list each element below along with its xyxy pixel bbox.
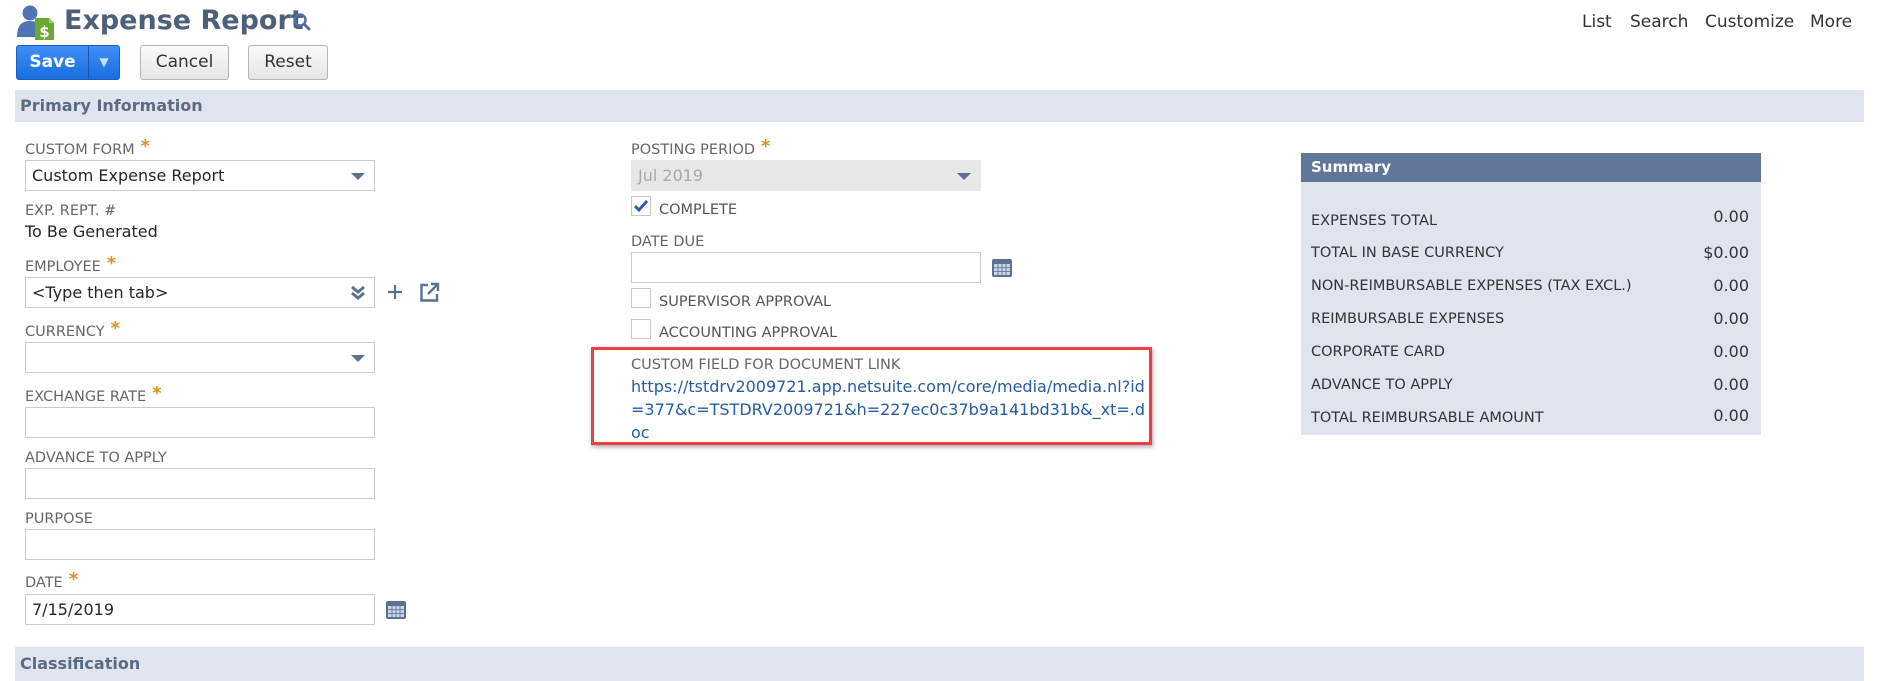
double-chevron-down-icon[interactable] bbox=[350, 282, 366, 302]
complete-label: Complete bbox=[659, 202, 738, 218]
checkmark-icon bbox=[633, 200, 649, 213]
exp-rept-label: Exp. Rept. # bbox=[25, 203, 117, 219]
exchange-rate-input[interactable] bbox=[25, 407, 375, 438]
summary-label: Non-Reimbursable Expenses (Tax Excl.) bbox=[1311, 278, 1632, 294]
section-title: Primary Information bbox=[20, 96, 203, 115]
save-button[interactable]: Save bbox=[17, 46, 89, 79]
date-input[interactable]: 7/15/2019 bbox=[25, 594, 375, 625]
purpose-label: Purpose bbox=[25, 511, 93, 527]
date-label: Date * bbox=[25, 569, 79, 592]
purpose-input[interactable] bbox=[25, 529, 375, 560]
summary-value: 0.00 bbox=[1713, 342, 1749, 361]
section-title: Classification bbox=[20, 654, 141, 673]
required-marker: * bbox=[68, 569, 79, 590]
dropdown-arrow-icon bbox=[351, 355, 365, 362]
accounting-approval-checkbox[interactable] bbox=[631, 319, 651, 339]
summary-label: Total Reimbursable Amount bbox=[1311, 410, 1544, 426]
currency-label: Currency * bbox=[25, 318, 121, 341]
advance-to-apply-input[interactable] bbox=[25, 468, 375, 499]
posting-period-label: Posting Period * bbox=[631, 136, 771, 159]
summary-panel: Summary Expenses Total 0.00 Total in Base… bbox=[1301, 153, 1761, 435]
summary-label: Reimbursable Expenses bbox=[1311, 311, 1505, 327]
document-link[interactable]: https://tstdrv2009721.app.netsuite.com/c… bbox=[631, 375, 1151, 444]
employee-label: Employee * bbox=[25, 253, 117, 276]
expense-report-icon: $ bbox=[16, 4, 56, 41]
plus-icon[interactable] bbox=[386, 283, 404, 301]
required-marker: * bbox=[140, 136, 151, 157]
summary-value: 0.00 bbox=[1713, 276, 1749, 295]
custom-form-label: Custom Form * bbox=[25, 136, 151, 159]
nav-customize[interactable]: Customize bbox=[1705, 10, 1794, 34]
page-title: Expense Report bbox=[64, 5, 304, 36]
nav-search[interactable]: Search bbox=[1630, 10, 1688, 34]
posting-period-value: Jul 2019 bbox=[638, 166, 704, 185]
nav-more[interactable]: More bbox=[1810, 10, 1852, 34]
employee-input[interactable]: <Type then tab> bbox=[25, 277, 375, 308]
reset-button[interactable]: Reset bbox=[248, 45, 328, 80]
cancel-button[interactable]: Cancel bbox=[140, 45, 229, 80]
required-marker: * bbox=[761, 136, 771, 157]
required-marker: * bbox=[152, 383, 162, 404]
summary-label: Expenses Total bbox=[1311, 213, 1438, 229]
supervisor-approval-label: Supervisor Approval bbox=[659, 294, 832, 310]
dropdown-arrow-icon bbox=[957, 173, 971, 180]
summary-title: Summary bbox=[1301, 153, 1761, 182]
summary-value: 0.00 bbox=[1713, 207, 1749, 226]
triangle-down-icon: ▼ bbox=[99, 55, 109, 69]
summary-label: Total in Base Currency bbox=[1311, 245, 1504, 261]
date-due-label: Date Due bbox=[631, 234, 705, 250]
summary-value: $0.00 bbox=[1703, 243, 1749, 262]
date-due-input[interactable] bbox=[631, 252, 981, 283]
summary-value: 0.00 bbox=[1713, 309, 1749, 328]
custom-form-value: Custom Expense Report bbox=[32, 166, 225, 185]
advance-to-apply-label: Advance To Apply bbox=[25, 450, 167, 466]
calendar-icon[interactable] bbox=[992, 259, 1012, 277]
svg-text:$: $ bbox=[39, 23, 49, 40]
accounting-approval-label: Accounting Approval bbox=[659, 325, 838, 341]
summary-label: Advance to Apply bbox=[1311, 377, 1453, 393]
nav-list[interactable]: List bbox=[1582, 10, 1612, 34]
employee-placeholder: <Type then tab> bbox=[32, 283, 169, 302]
complete-checkbox[interactable] bbox=[631, 196, 651, 216]
exchange-rate-label: Exchange Rate * bbox=[25, 383, 162, 406]
summary-value: 0.00 bbox=[1713, 406, 1749, 425]
currency-select[interactable] bbox=[25, 342, 375, 373]
calendar-icon[interactable] bbox=[386, 601, 406, 619]
search-icon[interactable] bbox=[292, 12, 312, 32]
summary-value: 0.00 bbox=[1713, 375, 1749, 394]
required-marker: * bbox=[110, 318, 121, 339]
required-marker: * bbox=[106, 253, 117, 274]
supervisor-approval-checkbox[interactable] bbox=[631, 288, 651, 308]
custom-form-select[interactable]: Custom Expense Report bbox=[25, 160, 375, 191]
dropdown-arrow-icon bbox=[351, 173, 365, 180]
exp-rept-value: To Be Generated bbox=[25, 222, 158, 241]
section-primary-information[interactable]: Primary Information bbox=[15, 90, 1864, 122]
section-classification[interactable]: Classification bbox=[15, 647, 1864, 681]
save-button-group: Save ▼ bbox=[16, 45, 120, 80]
summary-label: Corporate Card bbox=[1311, 344, 1445, 360]
posting-period-select: Jul 2019 bbox=[631, 160, 981, 191]
open-external-icon[interactable] bbox=[419, 282, 440, 303]
document-link-label: Custom Field for Document Link bbox=[631, 357, 901, 373]
save-menu-button[interactable]: ▼ bbox=[89, 46, 119, 79]
